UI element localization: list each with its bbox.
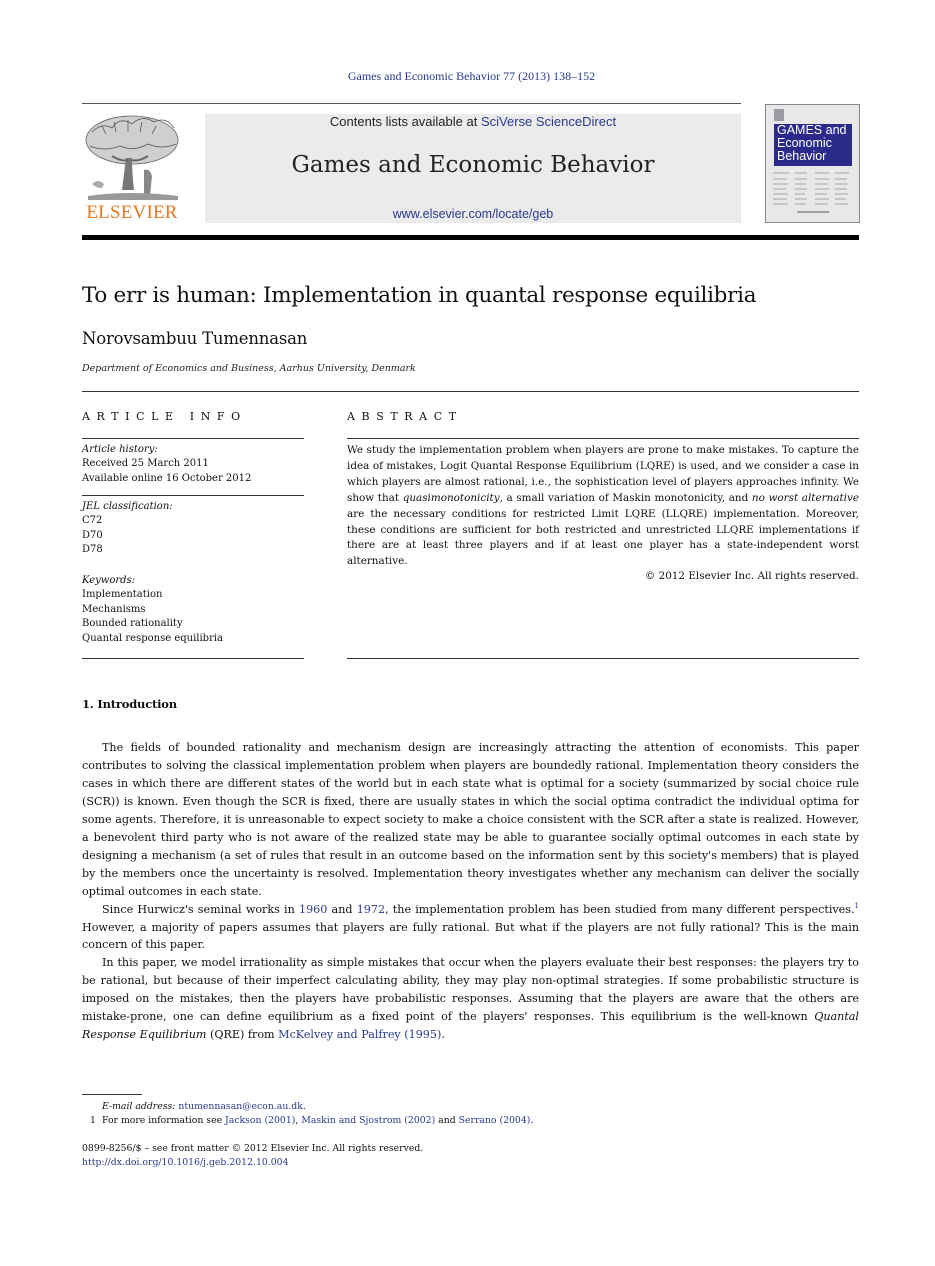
footnote-marker-link[interactable]: 1: [855, 902, 859, 910]
text: .: [530, 1115, 534, 1126]
author-name[interactable]: Norovsambuu Tumennasan: [82, 329, 307, 348]
front-matter-notice: 0899-8256/$ – see front matter © 2012 El…: [82, 1143, 424, 1154]
citation-link[interactable]: 1972: [357, 903, 385, 916]
author-affiliation: Department of Economics and Business, Aa…: [82, 363, 416, 374]
jel-code: D70: [82, 529, 103, 541]
footnote-email: E-mail address: ntumennasan@econ.au.dk.: [82, 1101, 859, 1112]
keyword: Implementation: [82, 589, 163, 601]
doi-link[interactable]: http://dx.doi.org/10.1016/j.geb.2012.10.…: [82, 1157, 288, 1168]
elsevier-tree-icon: [85, 115, 179, 200]
citation-link[interactable]: McKelvey and Palfrey (1995): [278, 1028, 441, 1041]
abstract-emphasis: quasimonotonicity: [402, 491, 500, 504]
jel-code: D78: [82, 544, 103, 556]
citation-link[interactable]: Jackson (2001): [225, 1115, 295, 1126]
cover-title: GAMES and Economic Behavior: [774, 124, 852, 166]
paragraph: In this paper, we model irrationality as…: [82, 954, 859, 1044]
jel-label: JEL classification:: [82, 501, 173, 512]
introduction-body: The fields of bounded rationality and me…: [82, 739, 859, 1044]
contents-availability: Contents lists available at SciVerse Sci…: [205, 114, 741, 129]
keywords: Keywords: Implementation Mechanisms Boun…: [82, 574, 304, 646]
keyword: Quantal response equilibria: [82, 632, 224, 644]
text: In this paper, we model irrationality as…: [82, 956, 859, 1024]
text: For more information see: [102, 1115, 226, 1126]
text: However, a majority of papers assumes th…: [82, 920, 859, 952]
paragraph: The fields of bounded rationality and me…: [82, 741, 859, 898]
elsevier-wordmark: ELSEVIER: [86, 202, 178, 223]
article-history: Article history: Received 25 March 2011 …: [82, 443, 304, 486]
history-item: Received 25 March 2011: [82, 458, 209, 470]
footnote-rule: [82, 1094, 142, 1095]
jel-classification: JEL classification: C72 D70 D78: [82, 500, 304, 558]
email-link[interactable]: ntumennasan@econ.au.dk: [178, 1101, 302, 1112]
divider: [82, 658, 304, 659]
header-thick-rule: [82, 235, 859, 240]
header-top-rule: [82, 103, 741, 104]
text: and: [327, 902, 357, 916]
elsevier-logo[interactable]: ELSEVIER: [82, 112, 182, 224]
text: , the implementation problem has been st…: [385, 902, 855, 916]
cover-badge-icon: [774, 109, 784, 121]
history-item: Available online 16 October 2012: [82, 472, 252, 484]
cover-title-line: Behavior: [777, 149, 827, 163]
divider: [347, 658, 859, 659]
divider: [82, 495, 304, 496]
divider: [82, 438, 304, 439]
abstract-text: We study the implementation problem when…: [347, 443, 859, 570]
divider: [347, 438, 859, 439]
sciencedirect-link[interactable]: SciVerse ScienceDirect: [481, 114, 616, 129]
journal-name: Games and Economic Behavior: [291, 152, 655, 178]
abstract-copyright: © 2012 Elsevier Inc. All rights reserved…: [644, 570, 859, 582]
section-heading-introduction: 1. Introduction: [82, 697, 177, 711]
citation-link[interactable]: 1960: [299, 903, 327, 916]
text: Since Hurwicz's seminal works in: [102, 902, 299, 916]
abstract-text-part: are the necessary conditions for restric…: [347, 507, 859, 568]
text: (QRE) from: [206, 1028, 279, 1042]
abstract-heading: ABSTRACT: [347, 410, 463, 423]
keywords-label: Keywords:: [82, 575, 136, 586]
article-info-heading: ARTICLE INFO: [82, 410, 247, 423]
text: .: [441, 1028, 445, 1042]
footnote-1: 1 For more information see Jackson (2001)…: [82, 1115, 859, 1126]
divider: [82, 391, 859, 392]
contents-prefix: Contents lists available at: [329, 114, 481, 129]
text: .: [302, 1101, 306, 1112]
text: and: [435, 1115, 459, 1126]
keyword: Mechanisms: [82, 603, 146, 615]
abstract-emphasis: no worst alternative: [751, 491, 859, 504]
jel-code: C72: [82, 515, 103, 527]
keyword: Bounded rationality: [82, 618, 183, 630]
journal-reference-link[interactable]: Games and Economic Behavior 77 (2013) 13…: [0, 69, 935, 84]
paper-title: To err is human: Implementation in quant…: [82, 283, 757, 308]
abstract-text-part: , a small variation of Maskin monotonici…: [499, 491, 752, 504]
citation-link[interactable]: Serrano (2004): [459, 1115, 531, 1126]
citation-link[interactable]: Maskin and Sjostrom (2002): [301, 1115, 435, 1126]
journal-url-link[interactable]: www.elsevier.com/locate/geb: [205, 207, 741, 221]
cover-contents-lines: [773, 172, 849, 213]
journal-cover-thumbnail[interactable]: GAMES and Economic Behavior: [765, 104, 860, 223]
paragraph: Since Hurwicz's seminal works in 1960 an…: [82, 901, 859, 955]
journal-header-box: Contents lists available at SciVerse Sci…: [205, 114, 741, 223]
email-label: E-mail address:: [102, 1101, 179, 1112]
footnote-number: 1: [90, 1115, 96, 1126]
article-history-label: Article history:: [82, 444, 158, 455]
